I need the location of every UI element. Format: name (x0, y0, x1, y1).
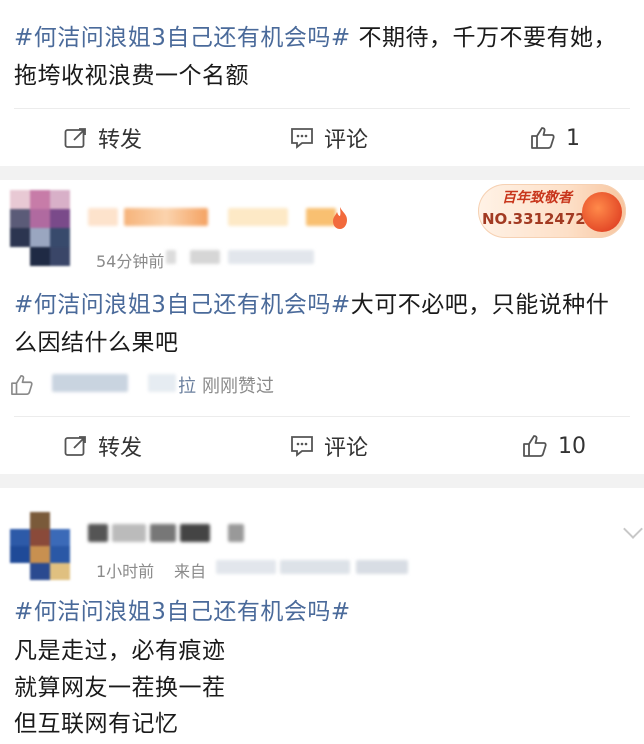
liked-by-blurred-2[interactable] (148, 374, 176, 392)
share-icon (64, 436, 86, 456)
post-time: 1小时前 (96, 562, 155, 581)
comment-button[interactable]: 评论 (290, 118, 368, 158)
forward-button[interactable]: 转发 (64, 118, 142, 158)
topic-link[interactable]: #何洁问浪姐3自己还有机会吗# (14, 592, 351, 632)
source-blurred (166, 250, 316, 266)
thumbs-up-icon (11, 375, 33, 395)
avatar[interactable] (10, 512, 70, 580)
post-body: 大可不必吧，只能说种什 (350, 292, 610, 318)
post2-text-line2: 么因结什么果吧 (14, 330, 179, 356)
forward-label: 转发 (98, 436, 143, 461)
like-button[interactable]: 1 (530, 118, 580, 158)
post3-line: 但互联网有记忆 (14, 711, 179, 737)
forward-label: 转发 (98, 128, 143, 153)
thumbs-up-icon (523, 435, 547, 457)
comment-label: 评论 (324, 128, 369, 153)
share-icon (64, 128, 86, 148)
chevron-down-icon[interactable] (623, 519, 643, 539)
badge-title: 百年致敬者 (502, 190, 572, 206)
source-label: 来自 (174, 562, 207, 581)
like-button[interactable]: 10 (522, 426, 586, 466)
like-count: 1 (566, 125, 580, 151)
post1-text-line2: 拖垮收视浪费一个名额 (14, 63, 249, 89)
forward-button[interactable]: 转发 (64, 426, 142, 466)
like-count: 10 (558, 433, 586, 459)
thumbs-up-icon (531, 127, 555, 149)
badge-emblem (582, 192, 622, 232)
divider (14, 416, 630, 417)
source-blurred (216, 560, 416, 576)
post-body: 不期待，千万不要有她， (350, 25, 617, 51)
liked-row: 拉 刚刚赞过 (10, 368, 410, 402)
fire-icon (333, 207, 347, 229)
post3-line: 就算网友一茬换一茬 (14, 675, 226, 701)
divider (14, 108, 630, 109)
medal-badge[interactable]: 百年致敬者 NO.3312472 (478, 184, 626, 238)
comment-icon (291, 128, 313, 149)
liked-by-suffix: 拉 (178, 376, 196, 397)
username-blurred[interactable] (88, 524, 258, 544)
post1-text: #何洁问浪姐3自己还有机会吗# 不期待，千万不要有她， (14, 18, 617, 58)
badge-number: NO.3312472 (482, 210, 586, 228)
post-time: 54分钟前 (96, 252, 165, 271)
separator (0, 166, 644, 180)
comment-label: 评论 (324, 436, 369, 461)
post2-text: #何洁问浪姐3自己还有机会吗#大可不必吧，只能说种什 (14, 285, 609, 325)
liked-by-blurred[interactable] (52, 374, 128, 392)
topic-link[interactable]: #何洁问浪姐3自己还有机会吗# (14, 292, 351, 318)
post3-line: 凡是走过，必有痕迹 (14, 638, 226, 664)
liked-status: 刚刚赞过 (202, 376, 274, 397)
username-blurred[interactable] (88, 208, 358, 228)
comment-button[interactable]: 评论 (290, 426, 368, 466)
avatar[interactable] (10, 190, 70, 266)
topic-link[interactable]: #何洁问浪姐3自己还有机会吗# (14, 25, 351, 51)
separator (0, 474, 644, 488)
comment-icon (291, 436, 313, 457)
